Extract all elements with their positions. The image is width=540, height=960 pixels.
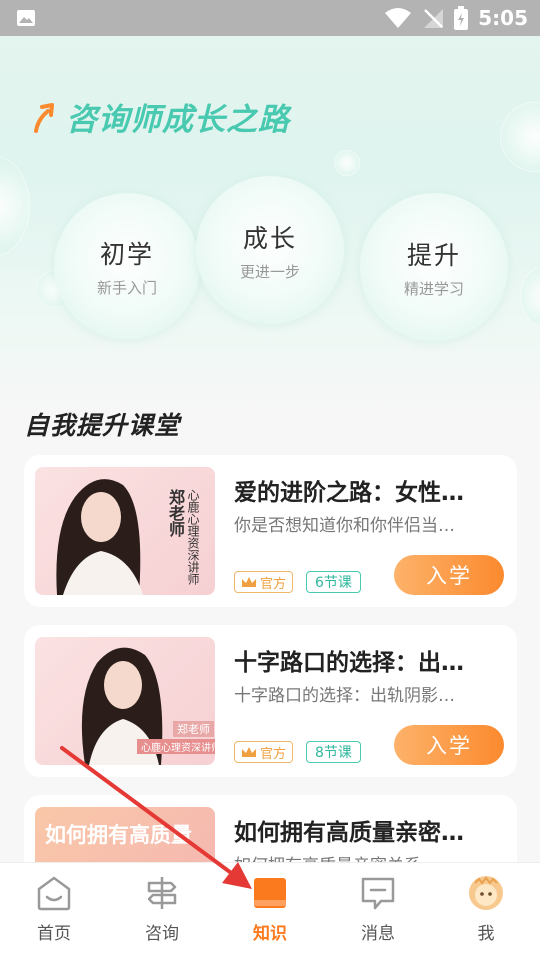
course-title: 如何拥有高质量亲密… <box>234 820 464 846</box>
course-desc: 十字路口的选择：出轨阴影… <box>234 686 455 706</box>
teacher-role: 心鹿心理资深讲师 <box>137 739 215 754</box>
tab-label: 咨询 <box>145 924 179 944</box>
signpost-icon <box>147 877 177 909</box>
home-icon <box>37 876 71 911</box>
hero-banner: 咨询师成长之路 初学 新手入门 成长 更进一步 提升 精进学习 <box>0 36 540 416</box>
tab-knowledge[interactable]: 知识 <box>216 863 324 960</box>
official-badge: 官方 <box>234 571 294 593</box>
lesson-count-badge: 8节课 <box>306 741 361 763</box>
growth-arrow-icon <box>34 102 54 133</box>
decor-bubble <box>0 156 30 256</box>
crown-icon <box>242 577 256 587</box>
official-label: 官方 <box>260 576 287 592</box>
course-title: 爱的进阶之路：女性… <box>234 480 464 506</box>
level-sub: 更进一步 <box>239 262 300 281</box>
course-title: 十字路口的选择：出… <box>234 650 464 676</box>
level-label: 提升 <box>406 240 461 270</box>
avatar-icon <box>469 876 503 910</box>
decor-bubble <box>500 102 540 172</box>
section-title: 自我提升课堂 <box>24 411 181 440</box>
status-bar: 5:05 <box>0 0 540 36</box>
message-icon <box>361 877 395 910</box>
level-sub: 精进学习 <box>403 279 464 298</box>
tab-home[interactable]: 首页 <box>0 863 108 960</box>
level-advance-button[interactable]: 提升 精进学习 <box>360 193 508 341</box>
crown-icon <box>242 747 256 757</box>
hero-title: 咨询师成长之路 <box>32 94 290 139</box>
level-label: 成长 <box>242 223 297 253</box>
enroll-button[interactable]: 入学 <box>394 555 504 595</box>
course-card[interactable]: 郑老师 心鹿心理资深讲师 爱的进阶之路：女性… 你是否想知道你和你伴侣当… 官方… <box>24 455 517 607</box>
level-label: 初学 <box>99 239 154 269</box>
level-growth-button[interactable]: 成长 更进一步 <box>196 176 344 324</box>
official-label: 官方 <box>260 746 287 762</box>
tab-consult[interactable]: 咨询 <box>108 863 216 960</box>
thumb-overlay-text: 如何拥有高质量 <box>45 823 192 847</box>
course-thumbnail: 郑老师 心鹿心理资深讲师 <box>35 467 215 595</box>
wifi-icon <box>385 8 412 28</box>
tab-label: 我 <box>477 924 495 944</box>
teacher-name: 郑老师 <box>173 721 214 737</box>
tab-me[interactable]: 我 <box>432 863 540 960</box>
tab-label: 知识 <box>253 924 287 944</box>
book-icon <box>254 878 286 908</box>
teacher-role: 心鹿心理资深讲师 <box>186 489 200 585</box>
lesson-count-badge: 6节课 <box>306 571 361 593</box>
tab-label: 消息 <box>361 924 395 944</box>
official-badge: 官方 <box>234 741 294 763</box>
image-icon <box>17 10 35 26</box>
hero-title-text: 咨询师成长之路 <box>66 102 290 138</box>
level-sub: 新手入门 <box>96 278 157 297</box>
decor-bubble <box>334 150 360 176</box>
teacher-name: 郑老师 <box>166 489 185 537</box>
bottom-tab-bar: 首页 咨询 知识 消息 我 <box>0 862 540 960</box>
enroll-button[interactable]: 入学 <box>394 725 504 765</box>
tab-label: 首页 <box>37 924 71 944</box>
battery-icon <box>454 6 469 30</box>
clock: 5:05 <box>478 6 528 30</box>
course-card[interactable]: 郑老师 心鹿心理资深讲师 十字路口的选择：出… 十字路口的选择：出轨阴影… 官方… <box>24 625 517 777</box>
tab-messages[interactable]: 消息 <box>324 863 432 960</box>
level-beginner-button[interactable]: 初学 新手入门 <box>54 193 200 339</box>
course-desc: 你是否想知道你和你伴侣当… <box>234 516 455 536</box>
decor-bubble <box>520 266 540 326</box>
no-signal-icon <box>424 9 444 28</box>
course-thumbnail: 郑老师 心鹿心理资深讲师 <box>35 637 215 765</box>
